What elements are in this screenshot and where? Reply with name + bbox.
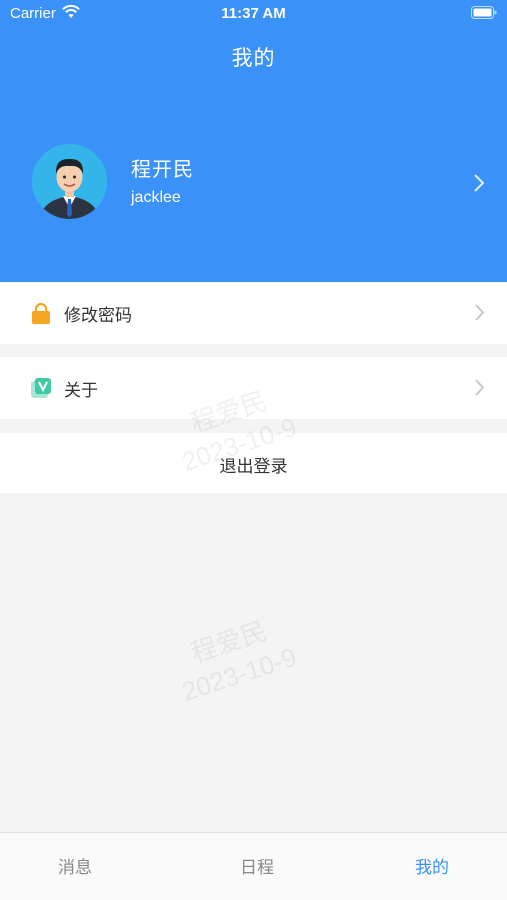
profile-card[interactable]: 程开民 jacklee <box>0 140 507 226</box>
tab-messages[interactable]: 消息 <box>15 853 135 878</box>
chevron-right-icon <box>474 174 485 192</box>
avatar-person-icon <box>32 144 107 219</box>
page-title: 我的 <box>231 46 276 70</box>
chevron-right-icon <box>475 304 485 321</box>
status-time: 11:37 AM <box>221 5 286 22</box>
profile-header: Carrier 11:37 AM 我的 程开民 jacklee <box>0 0 507 282</box>
battery-icon <box>471 6 497 19</box>
user-account: jacklee <box>131 189 181 206</box>
user-name: 程开民 <box>131 157 194 181</box>
watermark-date: 2023-10-9 <box>178 641 301 707</box>
tab-bar: 消息 日程 我的 <box>0 832 507 900</box>
about-icon <box>31 378 51 398</box>
about-label: 关于 <box>64 381 98 401</box>
change-password-label: 修改密码 <box>64 306 132 326</box>
lock-icon <box>32 302 50 324</box>
avatar <box>32 144 107 219</box>
logout-label: 退出登录 <box>219 457 288 477</box>
tab-schedule[interactable]: 日程 <box>197 853 317 878</box>
watermark: 程爱民 2023-10-9 <box>167 608 301 709</box>
status-bar: Carrier 11:37 AM <box>0 0 507 28</box>
watermark-name: 程爱民 <box>187 615 271 669</box>
about-row[interactable]: 关于 <box>0 357 507 419</box>
logout-button[interactable]: 退出登录 <box>0 433 507 493</box>
change-password-row[interactable]: 修改密码 <box>0 282 507 344</box>
tab-mine[interactable]: 我的 <box>372 853 492 878</box>
chevron-right-icon <box>475 379 485 396</box>
